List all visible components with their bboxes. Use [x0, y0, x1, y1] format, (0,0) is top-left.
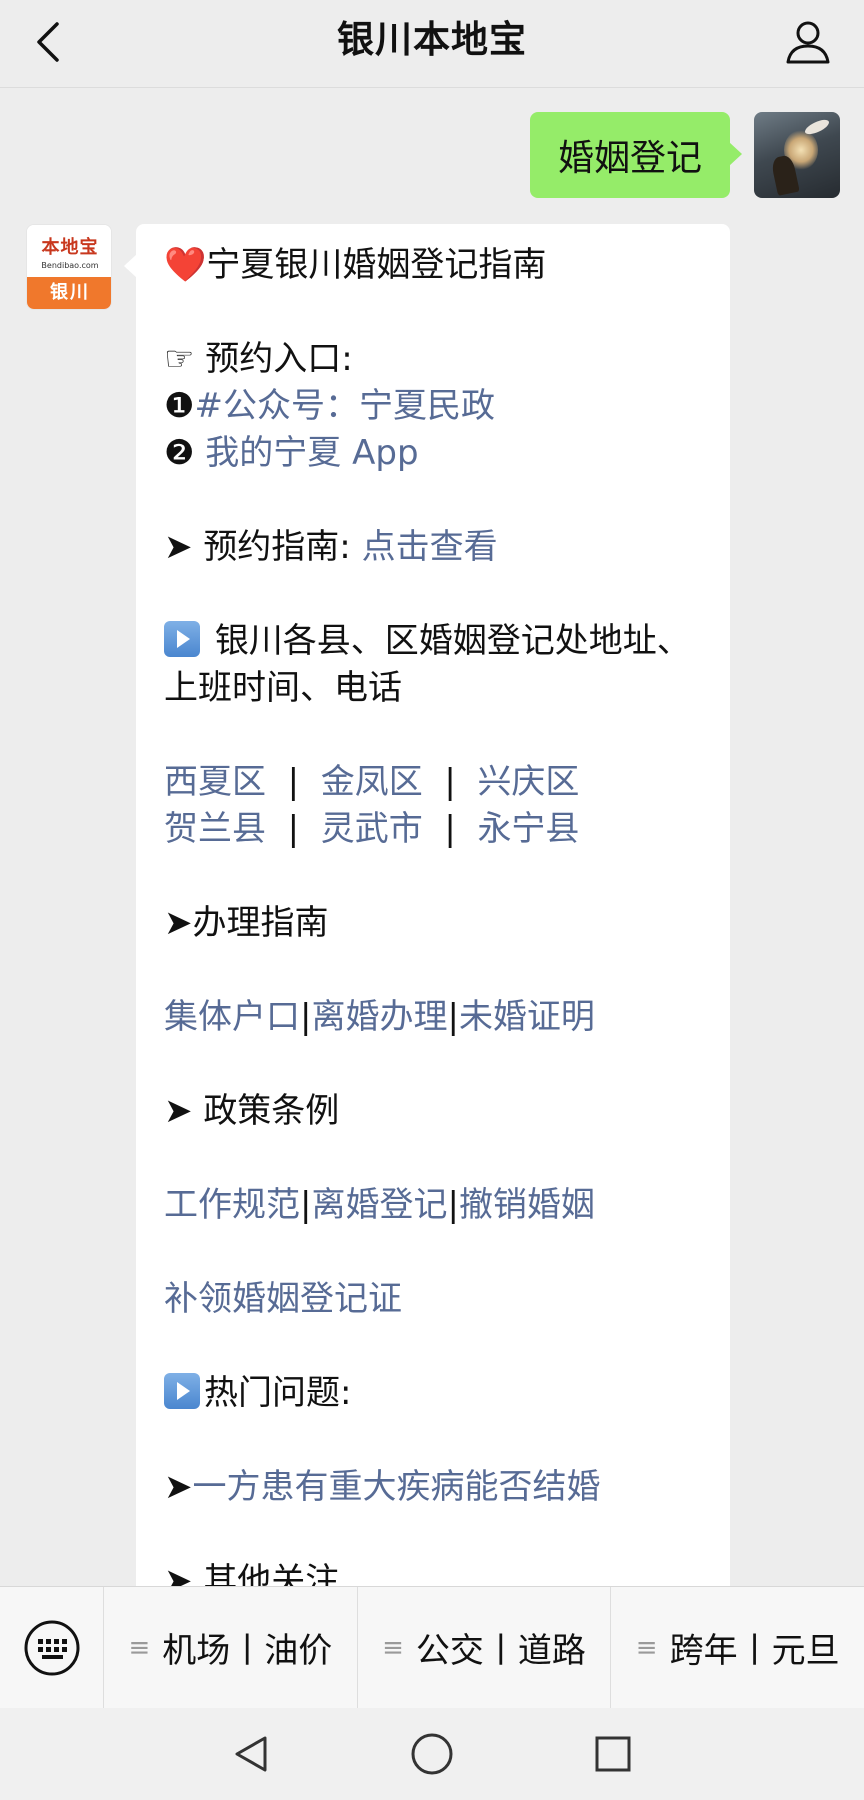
logo-subtext: Bendibao.com — [41, 261, 99, 270]
guide-label: 预约指南: — [203, 527, 351, 567]
menu-divider: 丨 — [483, 1631, 518, 1671]
menu-lines-icon: ≡ — [635, 1632, 658, 1663]
offices-heading: 银川各县、区婚姻登记处地址、 — [164, 618, 710, 665]
reply-title-line: ❤️宁夏银川婚姻登记指南 — [164, 242, 710, 289]
menu-bus-road[interactable]: ≡ 公交丨道路 — [358, 1586, 612, 1709]
heart-icon: ❤️ — [164, 245, 207, 285]
arrow-icon: ➤ — [164, 1467, 193, 1507]
received-message-row: 本地宝 Bendibao.com 银川 ❤️宁夏银川婚姻登记指南 ☞ 预约入口:… — [26, 224, 730, 1586]
arrow-icon: ➤ — [164, 1561, 193, 1586]
policy-link[interactable]: 撤销婚姻 — [459, 1185, 595, 1225]
page-title: 银川本地宝 — [337, 18, 527, 61]
menu-label: 道路 — [517, 1631, 586, 1671]
district-link[interactable]: 兴庆区 — [477, 762, 579, 802]
districts-row-2: 贺兰县 | 灵武市 | 永宁县 — [164, 806, 710, 853]
arrow-icon: ➤ — [164, 1091, 193, 1131]
faq-link[interactable]: 一方患有重大疾病能否结婚 — [193, 1467, 601, 1507]
menu-airport-fuel[interactable]: ≡ 机场丨油价 — [104, 1586, 358, 1709]
menu-lines-icon: ≡ — [128, 1632, 151, 1663]
menu-divider: 丨 — [230, 1631, 265, 1671]
policy-label: 政策条例 — [203, 1091, 340, 1131]
custom-menu-bar: ≡ 机场丨油价 ≡ 公交丨道路 ≡ 跨年丨元旦 — [0, 1586, 864, 1709]
sent-message-bubble[interactable]: 婚姻登记 — [529, 112, 743, 198]
menu-label: 跨年 — [669, 1631, 738, 1671]
separator: | — [287, 809, 300, 849]
faq-heading: 热门问题: — [164, 1370, 710, 1417]
separator: | — [444, 762, 456, 802]
district-link[interactable]: 金凤区 — [321, 762, 423, 802]
home-circle-icon — [411, 1733, 453, 1775]
separator: | — [444, 809, 456, 849]
back-triangle-icon — [235, 1736, 267, 1772]
reply-bubble: ❤️宁夏银川婚姻登记指南 ☞ 预约入口: ❶#公众号：宁夏民政 ❷ 我的宁夏 A… — [124, 224, 730, 1586]
handling-heading: ➤办理指南 — [164, 900, 710, 947]
nav-home-button[interactable] — [402, 1724, 462, 1784]
menu-label: 公交 — [415, 1631, 484, 1671]
menu-divider: 丨 — [737, 1631, 772, 1671]
cut-off-line: ➤ 其他关注 — [164, 1558, 710, 1586]
districts-row-1: 西夏区 | 金凤区 | 兴庆区 — [164, 759, 710, 806]
profile-button[interactable] — [780, 14, 836, 70]
menu-lines-icon: ≡ — [382, 1632, 404, 1663]
reissue-link[interactable]: 补领婚姻登记证 — [164, 1279, 402, 1319]
user-avatar[interactable] — [754, 112, 840, 198]
handling-links: 集体户口|离婚办理|未婚证明 — [164, 994, 710, 1041]
arrow-icon: ➤ — [164, 527, 193, 567]
district-link[interactable]: 灵武市 — [321, 809, 423, 849]
reissue-line: 补领婚姻登记证 — [164, 1276, 710, 1323]
chat-area[interactable]: 婚姻登记 本地宝 Bendibao.com 银川 ❤️宁夏银川婚姻登记指南 ☞ … — [0, 88, 864, 1586]
bot-avatar[interactable]: 本地宝 Bendibao.com 银川 — [26, 224, 112, 310]
district-link[interactable]: 贺兰县 — [164, 809, 266, 849]
logo-city: 银川 — [27, 277, 111, 309]
arrow-icon: ➤ — [164, 903, 193, 943]
separator: | — [287, 762, 300, 802]
sent-message-text: 婚姻登记 — [557, 138, 702, 179]
faq-label: 热门问题: — [204, 1373, 352, 1413]
policy-links: 工作规范|离婚登记|撤销婚姻 — [164, 1182, 710, 1229]
district-link[interactable]: 西夏区 — [164, 762, 266, 802]
play-icon — [164, 621, 200, 657]
handling-link[interactable]: 未婚证明 — [459, 997, 595, 1037]
guide-link[interactable]: 点击查看 — [362, 527, 498, 567]
menu-label: 油价 — [264, 1631, 333, 1671]
handling-link[interactable]: 离婚办理 — [311, 997, 447, 1037]
number-2-icon: ❷ — [164, 433, 195, 473]
keyboard-icon — [24, 1620, 79, 1675]
faq-item-1: ➤一方患有重大疾病能否结婚 — [164, 1464, 710, 1511]
number-1-icon: ❶ — [164, 386, 195, 426]
cut-label: 其他关注 — [203, 1561, 340, 1586]
policy-heading: ➤ 政策条例 — [164, 1088, 710, 1135]
guide-line: ➤ 预约指南: 点击查看 — [164, 524, 710, 571]
handling-label: 办理指南 — [192, 903, 329, 943]
policy-link[interactable]: 离婚登记 — [311, 1185, 447, 1225]
booking-item-1: ❶#公众号：宁夏民政 — [164, 383, 710, 430]
booking-item-2: ❷ 我的宁夏 App — [164, 430, 710, 477]
system-nav-bar — [0, 1708, 864, 1800]
play-icon — [164, 1373, 200, 1409]
separator: | — [300, 997, 312, 1037]
separator: | — [300, 1185, 312, 1225]
menu-label: 机场 — [162, 1631, 231, 1671]
recents-square-icon — [595, 1736, 631, 1772]
booking-link-app[interactable]: 我的宁夏 App — [205, 433, 418, 473]
person-icon — [786, 21, 830, 64]
menu-newyear[interactable]: ≡ 跨年丨元旦 — [611, 1587, 864, 1709]
booking-link-wechat[interactable]: #公众号：宁夏民政 — [194, 386, 495, 426]
separator: | — [447, 997, 459, 1037]
nav-recents-button[interactable] — [583, 1724, 643, 1784]
top-bar: 银川本地宝 — [0, 0, 864, 88]
sent-message-row: 婚姻登记 — [529, 112, 840, 198]
nav-back-button[interactable] — [221, 1724, 281, 1784]
offices-line-1: 银川各县、区婚姻登记处地址、 — [214, 621, 691, 661]
keyboard-toggle-button[interactable] — [0, 1586, 104, 1709]
policy-link[interactable]: 工作规范 — [164, 1185, 300, 1225]
reply-title: 宁夏银川婚姻登记指南 — [206, 245, 547, 285]
handling-link[interactable]: 集体户口 — [164, 997, 300, 1037]
booking-label: ☞ 预约入口: — [164, 339, 353, 379]
district-link[interactable]: 永宁县 — [477, 809, 579, 849]
offices-line-2: 上班时间、电话 — [164, 668, 402, 708]
logo-text: 本地宝 — [41, 237, 99, 258]
separator: | — [447, 1185, 459, 1225]
menu-label: 元旦 — [771, 1631, 840, 1671]
